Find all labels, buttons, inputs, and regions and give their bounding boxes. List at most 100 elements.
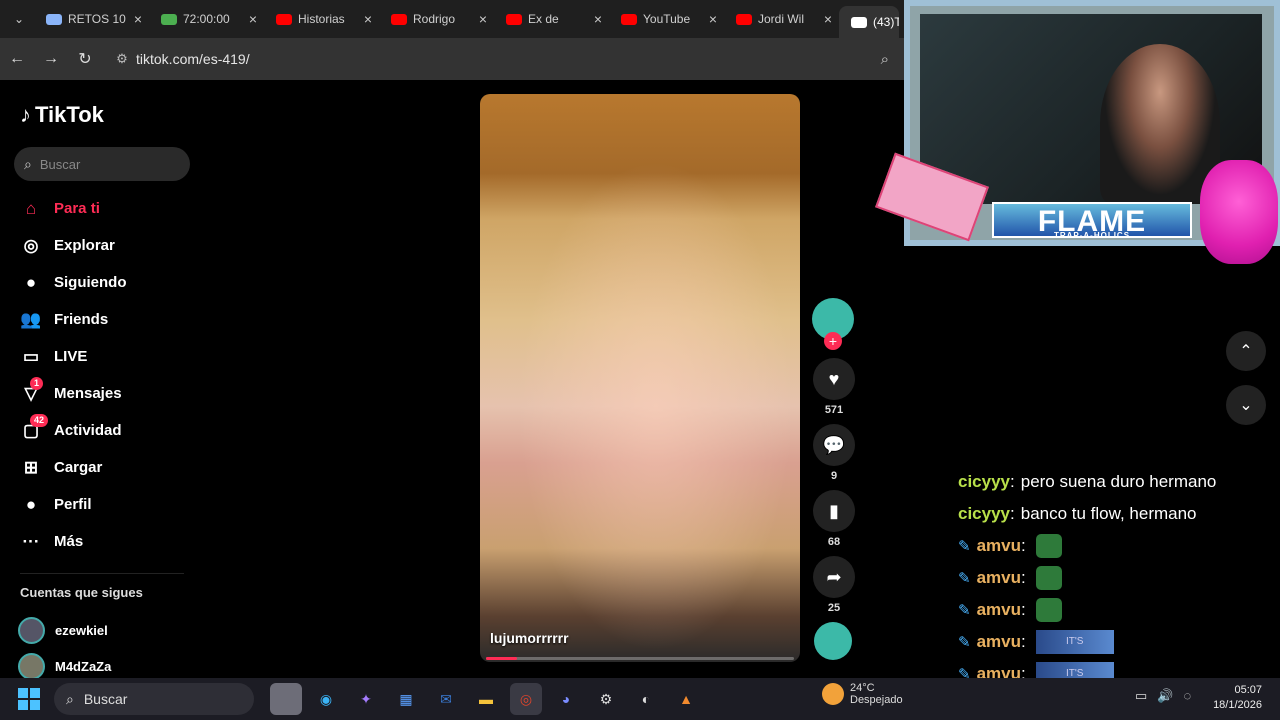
like-action[interactable]: ♥ 571 [812, 358, 856, 416]
sidebar-item-avatar[interactable]: ● Siguiendo [18, 264, 198, 301]
network-icon[interactable]: ◌ [1183, 688, 1191, 704]
site-info-icon[interactable]: ⚙ [108, 51, 136, 67]
sidebar-item-label: LIVE [54, 348, 88, 365]
taskbar-search-label: Buscar [83, 691, 128, 707]
url-field[interactable]: ⚙ tiktok.com/es-419/ [108, 44, 878, 74]
sound-disc-icon[interactable] [814, 622, 852, 660]
back-arrow-icon[interactable]: ← [0, 50, 34, 68]
sidebar-item-messages[interactable]: ▽ 1 Mensajes [18, 375, 198, 412]
chat-username[interactable]: cicyyy [958, 472, 1010, 492]
following-name: ezewkiel [55, 622, 108, 638]
browser-tab[interactable]: Jordi Wil × [724, 4, 839, 34]
close-icon[interactable]: × [702, 11, 724, 27]
browser-tab[interactable]: (43)Ti [839, 6, 899, 38]
taskbar-search[interactable]: ⌕ Buscar [54, 683, 254, 715]
close-icon[interactable]: × [587, 11, 609, 27]
pencil-badge-icon: ✎ [958, 538, 971, 555]
chat-username[interactable]: amvu [977, 536, 1021, 556]
tiktok-logo[interactable]: ♪ TikTok [20, 102, 104, 128]
follow-plus-icon[interactable]: + [824, 332, 842, 350]
sidebar-item-label: Perfil [54, 496, 92, 513]
flame-banner: FLAME TRAP-A-HOLICS [992, 202, 1192, 240]
sidebar-item-home[interactable]: ⌂ Para ti [18, 190, 198, 227]
steam-library-icon[interactable]: ◐ [630, 683, 662, 715]
more-icon: ··· [22, 531, 40, 551]
save-action[interactable]: ▮ 68 [812, 490, 856, 548]
sidebar-item-label: Explorar [54, 237, 115, 254]
share-action[interactable]: ➦ 25 [812, 556, 856, 614]
chevron-up-icon: ⌃ [1239, 343, 1253, 360]
sidebar-item-activity[interactable]: ▢ 42 Actividad [18, 412, 198, 449]
search-input[interactable]: ⌕ Buscar [14, 147, 190, 181]
display-icon[interactable]: ▭ [1135, 688, 1147, 704]
volume-icon[interactable]: 🔊 [1157, 688, 1173, 704]
browser-tab[interactable]: Rodrigo × [379, 4, 494, 34]
weather-widget[interactable]: 24°C Despejado [822, 682, 903, 706]
comment-icon[interactable]: 💬 [813, 424, 855, 466]
zoom-icon[interactable]: ⌕ [881, 51, 889, 68]
store-icon[interactable]: ▦ [390, 683, 422, 715]
chat-username[interactable]: amvu [977, 600, 1021, 620]
save-count: 68 [827, 536, 841, 548]
chat-text: pero suena duro hermano [1020, 472, 1217, 491]
forward-arrow-icon[interactable]: → [34, 50, 68, 68]
close-icon[interactable]: × [357, 11, 379, 27]
previous-video-button[interactable]: ⌃ [1226, 331, 1266, 371]
fl-studio-icon[interactable]: ▲ [670, 683, 702, 715]
mail-icon[interactable]: ✉ [430, 683, 462, 715]
video-username[interactable]: lujumorrrrrr [490, 630, 569, 646]
discord-icon[interactable]: ◕ [550, 683, 582, 715]
chat-username[interactable]: amvu [977, 568, 1021, 588]
edge-icon[interactable]: ◉ [310, 683, 342, 715]
folder-icon[interactable]: ▬ [470, 683, 502, 715]
comment-action[interactable]: 💬 9 [812, 424, 856, 482]
notification-badge: 42 [30, 413, 49, 427]
heart-icon[interactable]: ♥ [813, 358, 855, 400]
close-icon[interactable]: × [242, 11, 264, 27]
sidebar-item-upload[interactable]: ⊞ Cargar [18, 449, 198, 486]
tab-search-menu-icon[interactable]: ⌄ [4, 5, 34, 33]
chat-username[interactable]: amvu [977, 632, 1021, 652]
video-player[interactable]: lujumorrrrrr [480, 94, 800, 662]
creator-avatar[interactable]: + [812, 298, 854, 350]
browser-tab[interactable]: Ex de × [494, 4, 609, 34]
comment-count: 9 [830, 470, 838, 482]
sidebar-item-compass[interactable]: ◎ Explorar [18, 227, 198, 264]
close-icon[interactable]: × [472, 11, 494, 27]
steam-icon[interactable]: ⚙ [590, 683, 622, 715]
chat-message: ✎ amvu: IT'S [958, 626, 1278, 658]
sun-icon [822, 683, 844, 705]
video-progress-bar[interactable] [486, 657, 794, 660]
clock-date: 18/1/2026 [1213, 699, 1262, 711]
chat-username[interactable]: cicyyy [958, 504, 1010, 524]
windows-start-icon[interactable] [18, 688, 40, 710]
sidebar-item-live[interactable]: ▭ LIVE [18, 338, 198, 375]
search-icon: ⌕ [24, 155, 32, 172]
copilot-icon[interactable]: ✦ [350, 683, 382, 715]
reload-icon[interactable]: ↻ [68, 49, 102, 69]
next-video-button[interactable]: ⌄ [1226, 385, 1266, 425]
clock-time: 05:07 [1234, 684, 1262, 696]
browser-tab[interactable]: YouTube × [609, 4, 724, 34]
following-list: ezewkiel M4dZaZa [18, 612, 111, 684]
sidebar-item-more[interactable]: ··· Más [18, 523, 198, 560]
sidebar-item-label: Más [54, 533, 84, 550]
upload-icon: ⊞ [23, 457, 39, 477]
browser-tab[interactable]: Historias × [264, 4, 379, 34]
share-icon[interactable]: ➦ [813, 556, 855, 598]
sidebar-item-profile[interactable]: ● Perfil [18, 486, 198, 523]
close-icon[interactable]: × [817, 11, 839, 27]
browser-tab[interactable]: RETOS 10 × [34, 4, 149, 34]
close-icon[interactable]: × [127, 11, 149, 27]
browser-tab[interactable]: 72:00:00 × [149, 4, 264, 34]
following-item[interactable]: ezewkiel [18, 612, 111, 648]
chrome-icon[interactable]: ◎ [510, 683, 542, 715]
tab-favicon-icon [506, 13, 522, 25]
chat-separator: : [1021, 632, 1026, 651]
file-icon[interactable] [270, 683, 302, 715]
video-progress-fill [486, 657, 517, 660]
bookmark-icon[interactable]: ▮ [813, 490, 855, 532]
clock[interactable]: 05:07 18/1/2026 [1208, 683, 1262, 713]
sidebar-item-friends[interactable]: 👥 Friends [18, 301, 198, 338]
emote-icon [1035, 566, 1062, 590]
